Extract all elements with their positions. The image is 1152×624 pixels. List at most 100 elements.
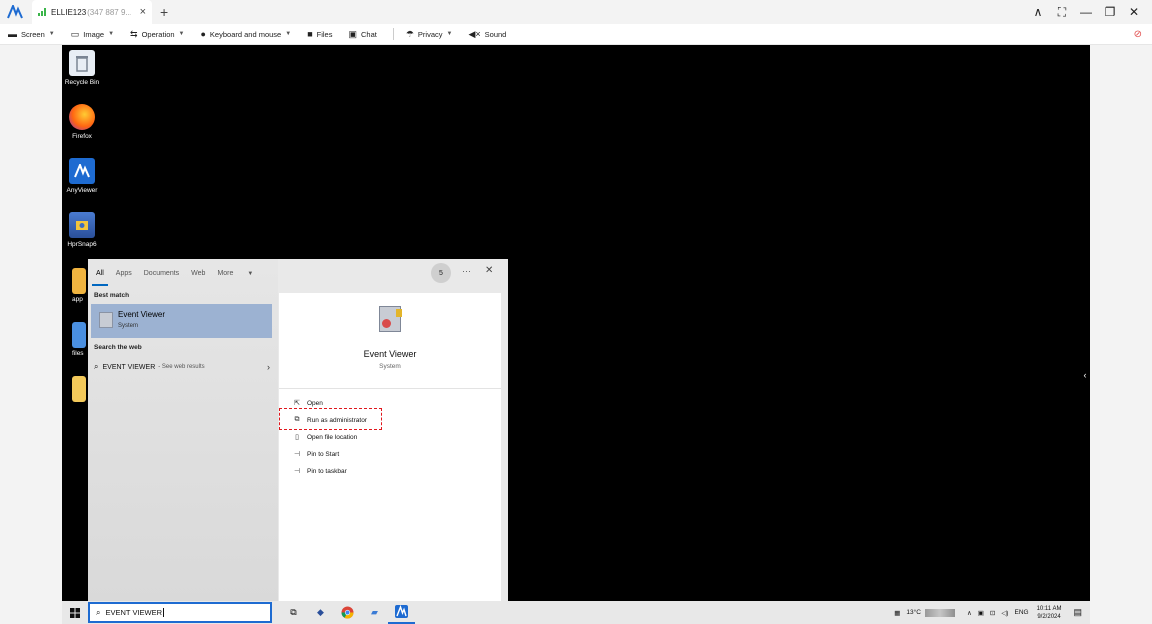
weather-condition-blur (924, 608, 955, 617)
warning-flag-icon (396, 309, 402, 317)
volume-icon[interactable]: ◁) (1001, 609, 1008, 617)
tab-all[interactable]: All (92, 270, 108, 286)
desktop-icon-hprsnap[interactable]: HprSnap6 (60, 212, 104, 248)
network-app-icon[interactable]: ▰ (361, 601, 388, 624)
windows-start-icon[interactable] (62, 601, 88, 624)
action-label: Open (307, 399, 323, 407)
more-options-icon[interactable]: ··· (462, 266, 471, 276)
search-icon: ⌕ (96, 607, 101, 617)
action-open-file-location[interactable]: ▯ Open file location (292, 431, 357, 443)
pin-icon: ⊣ (293, 451, 301, 458)
action-label: Open file location (307, 433, 358, 441)
toolbar-divider (392, 28, 394, 40)
fullscreen-icon[interactable]: ⛶ (1050, 0, 1074, 24)
collapse-icon[interactable]: ∧ (1026, 0, 1050, 24)
session-title: ELLIE123 (51, 7, 87, 17)
network-icon[interactable]: ⊡ (990, 609, 995, 617)
language-indicator[interactable]: ENG (1014, 609, 1028, 616)
sound-button[interactable]: ◀× Sound (468, 29, 506, 40)
app-detail-pane: Event Viewer System ⇱ Open ⧉ Run as admi… (279, 293, 501, 601)
chevron-down-icon: ▼ (178, 31, 185, 37)
minimize-button[interactable]: — (1074, 0, 1098, 24)
desktop-icon-firefox[interactable]: Firefox (60, 104, 104, 140)
files-button[interactable]: ■ Files (307, 29, 332, 39)
close-icon[interactable]: ✕ (485, 265, 493, 276)
result-count-badge[interactable]: 5 (431, 263, 451, 283)
sound-label: Sound (484, 29, 507, 39)
chat-label: Chat (360, 29, 377, 39)
viewer-margin-right (1090, 45, 1152, 624)
firefox-icon (69, 104, 95, 130)
file-icon (72, 322, 86, 348)
privacy-label: Privacy (417, 29, 443, 39)
detail-app-type: System (379, 363, 401, 370)
app-icon (72, 268, 86, 294)
keyboard-mouse-label: Keyboard and mouse (209, 29, 282, 39)
error-badge-icon (382, 319, 391, 328)
web-result-query: EVENT VIEWER (102, 363, 156, 371)
monitor-icon: ▬ (8, 29, 17, 39)
image-menu[interactable]: ▭ Image ▼ (71, 29, 114, 40)
store-icon[interactable]: ◆ (307, 601, 334, 624)
tab-more[interactable]: More ▼ (217, 270, 265, 277)
desktop-icon-label: Firefox (72, 133, 92, 140)
best-match-heading: Best match (94, 292, 130, 299)
disconnect-icon[interactable]: ⊘ (1134, 29, 1142, 40)
screen-menu[interactable]: ▬ Screen ▼ (8, 29, 55, 39)
files-label: Files (316, 29, 333, 39)
tab-web[interactable]: Web (191, 270, 205, 277)
keyboard-mouse-menu[interactable]: ● Keyboard and mouse ▼ (200, 29, 291, 39)
chevron-down-icon: ▼ (285, 31, 292, 37)
web-result-item[interactable]: ⌕ EVENT VIEWER - See web results › (94, 360, 270, 374)
task-view-icon[interactable]: ⧉ (280, 601, 307, 624)
weather-icon[interactable]: ▦ (894, 609, 900, 617)
recycle-bin-icon (69, 50, 95, 76)
tab-more-label: More (217, 269, 234, 277)
tab-close-icon[interactable]: × (140, 6, 146, 18)
viewer-margin-left (0, 45, 62, 624)
system-tray: ▦ 13°C ∧ ▣ ⊡ ◁) ENG 10:11 AM 9/2/2024 ▤ (888, 605, 1090, 621)
desktop-icon-recycle-bin[interactable]: Recycle Bin (60, 50, 104, 86)
action-run-as-administrator[interactable]: ⧉ Run as administrator (292, 414, 367, 426)
notification-icon[interactable]: ▤ (1073, 607, 1082, 618)
remote-desktop-window: ELLIE123 (347 887 9... × + ∧ ⛶ — ❐ ✕ ▬ S… (0, 0, 1152, 624)
chevron-down-icon: ▼ (247, 270, 254, 277)
weather-temp[interactable]: 13°C (906, 609, 921, 616)
mouse-icon: ● (200, 29, 206, 39)
action-label: Pin to taskbar (307, 467, 347, 475)
search-flyout: All Apps Documents Web More ▼ 5 ··· ✕ Be… (88, 259, 508, 601)
action-pin-to-start[interactable]: ⊣ Pin to Start (292, 448, 339, 460)
close-button[interactable]: ✕ (1122, 0, 1146, 24)
desktop-icon-anyviewer[interactable]: AnyViewer (60, 158, 104, 194)
session-tab[interactable]: ELLIE123 (347 887 9... × (32, 0, 152, 24)
chat-icon: ▣ (348, 28, 357, 39)
tab-apps[interactable]: Apps (116, 270, 132, 277)
action-label: Run as administrator (307, 416, 367, 424)
operation-menu[interactable]: ⇆ Operation ▼ (130, 29, 184, 40)
anyviewer-taskbar-icon[interactable] (388, 601, 415, 624)
image-label: Image (83, 29, 105, 39)
restore-button[interactable]: ❐ (1098, 0, 1122, 24)
action-label: Pin to Start (307, 450, 340, 458)
chevron-up-icon[interactable]: ∧ (967, 609, 972, 617)
search-web-heading: Search the web (94, 344, 142, 351)
chevron-right-icon[interactable]: › (267, 362, 270, 372)
tray-app-icon[interactable]: ▣ (978, 609, 984, 617)
event-viewer-icon (99, 312, 113, 328)
chat-button[interactable]: ▣ Chat (348, 29, 376, 40)
anyviewer-icon (69, 158, 95, 184)
text-caret (163, 608, 165, 617)
action-pin-to-taskbar[interactable]: ⊣ Pin to taskbar (292, 465, 347, 477)
taskbar-clock[interactable]: 10:11 AM 9/2/2024 (1037, 605, 1062, 621)
detail-app-name: Event Viewer (363, 349, 417, 359)
privacy-menu[interactable]: ☂ Privacy ▼ (406, 29, 453, 40)
new-tab-button[interactable]: + (160, 4, 168, 20)
tab-documents[interactable]: Documents (144, 270, 179, 277)
desktop-icon-label: HprSnap6 (67, 241, 97, 248)
chevron-down-icon: ▼ (446, 31, 453, 37)
clock-time: 10:11 AM (1036, 605, 1062, 612)
taskbar-search-input[interactable]: ⌕ EVENT VIEWER (88, 602, 272, 623)
chrome-icon[interactable] (334, 601, 361, 624)
side-panel-toggle-icon[interactable]: ‹ (1080, 364, 1090, 386)
best-match-item[interactable]: Event Viewer System (91, 304, 272, 338)
